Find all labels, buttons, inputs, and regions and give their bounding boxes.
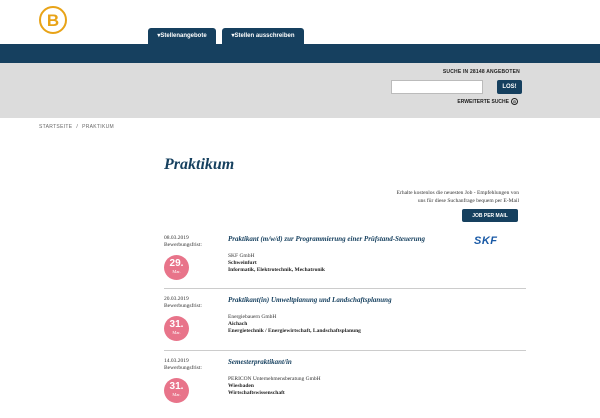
breadcrumb-current: PRAKTIKUM: [82, 124, 114, 130]
search-input[interactable]: [391, 80, 483, 94]
logo-icon[interactable]: B: [39, 6, 67, 34]
circle-arrow-icon: ⊙: [511, 98, 518, 105]
job-company: SKF GmbH: [228, 253, 255, 259]
job-divider: [164, 288, 526, 289]
page-title: Praktikum: [164, 156, 235, 173]
job-date: 20.03.2019: [164, 296, 189, 302]
mail-text-line1: Erhalte kostenlos die neuesten Job - Emp…: [396, 190, 519, 196]
job-meta: 14.03.2019 Bewerbungsfrist:: [164, 358, 202, 372]
deadline-day: 29.: [169, 258, 184, 269]
tab-stellenangebote[interactable]: ▾Stellenangebote: [148, 28, 216, 44]
breadcrumb-separator: /: [76, 124, 79, 130]
job-title-link[interactable]: Praktikant(in) Umweltplanung und Landsch…: [228, 296, 392, 304]
job-date: 14.03.2019: [164, 358, 189, 364]
breadcrumb: STARTSEITE / PRAKTIKUM: [39, 124, 114, 130]
deadline-month: Mar.: [172, 392, 181, 397]
company-logo[interactable]: SKF: [474, 235, 498, 247]
job-categories: Wirtschaftswissenschaft: [228, 390, 285, 396]
job-company: Energiebauern GmbH: [228, 314, 277, 320]
nav-band: [0, 44, 600, 63]
job-deadline-label: Bewerbungsfrist:: [164, 303, 202, 309]
job-title-link[interactable]: Semesterpraktikant/in: [228, 358, 292, 366]
deadline-day: 31.: [169, 319, 184, 330]
job-categories: Informatik, Elektrotechnik, Mechatronik: [228, 267, 325, 273]
search-button[interactable]: LOS!: [497, 80, 522, 94]
deadline-badge: 31. Mar.: [164, 316, 189, 341]
mail-text-line2: uns für diese Suchanfrage bequem per E-M…: [417, 197, 519, 204]
job-location: Schweinfurt: [228, 260, 257, 266]
job-divider: [164, 350, 526, 351]
job-mail-description: Erhalte kostenlos die neuesten Job - Emp…: [360, 190, 519, 205]
job-deadline-label: Bewerbungsfrist:: [164, 365, 202, 371]
advanced-search-link[interactable]: ERWEITERTE SUCHE ⊙: [457, 98, 518, 105]
job-company: PERICON Unternehmensberatung GmbH: [228, 376, 321, 382]
job-location: Aichach: [228, 321, 248, 327]
job-categories: Energietechnik / Energiewirtschaft, Land…: [228, 328, 361, 334]
search-label: SUCHE IN 28148 ANGEBOTEN: [442, 69, 520, 75]
deadline-day: 31.: [169, 381, 184, 392]
job-meta: 20.03.2019 Bewerbungsfrist:: [164, 296, 202, 310]
deadline-badge: 29. Mar.: [164, 255, 189, 280]
deadline-month: Mar.: [172, 330, 181, 335]
tab-stellen-ausschreiben[interactable]: ▾Stellen ausschreiben: [222, 28, 304, 44]
job-deadline-label: Bewerbungsfrist:: [164, 242, 202, 248]
deadline-badge: 31. Mar.: [164, 378, 189, 403]
breadcrumb-home[interactable]: STARTSEITE: [39, 124, 72, 130]
job-per-mail-button[interactable]: JOB PER MAIL: [462, 209, 518, 222]
job-meta: 08.03.2019 Bewerbungsfrist:: [164, 235, 202, 249]
advanced-search-label: ERWEITERTE SUCHE: [457, 98, 509, 105]
job-title-link[interactable]: Praktikant (m/w/d) zur Programmierung ei…: [228, 235, 425, 243]
deadline-month: Mar.: [172, 269, 181, 274]
job-location: Wiesbaden: [228, 383, 254, 389]
job-date: 08.03.2019: [164, 235, 189, 241]
